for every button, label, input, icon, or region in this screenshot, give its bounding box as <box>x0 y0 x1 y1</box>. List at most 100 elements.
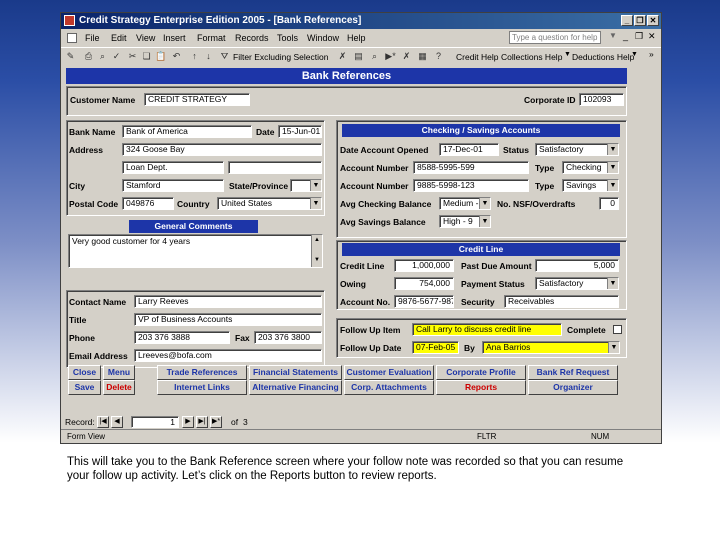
spelling-icon[interactable]: ✓ <box>111 51 122 62</box>
filter-excluding-button[interactable]: Filter Excluding Selection <box>233 52 328 62</box>
sort-descending-icon[interactable]: ↓ <box>203 51 214 62</box>
state-field[interactable]: ▼ <box>290 179 322 192</box>
design-view-icon[interactable]: ✎ <box>65 51 76 62</box>
vertical-scrollbar[interactable] <box>647 66 661 428</box>
contact-title-field[interactable]: VP of Business Accounts <box>134 313 322 326</box>
menu-edit[interactable]: Edit <box>111 33 127 43</box>
doc-restore-icon[interactable]: ❐ <box>635 31 643 42</box>
new-object-icon[interactable]: ▤ <box>353 51 364 62</box>
credit-help-button[interactable]: Credit Help <box>456 52 499 62</box>
doc-close-icon[interactable]: ✕ <box>648 31 656 42</box>
sort-ascending-icon[interactable]: ↑ <box>189 51 200 62</box>
menu-button[interactable]: Menu <box>103 365 135 380</box>
avg-checking-dropdown-icon[interactable]: ▼ <box>479 198 490 209</box>
deductions-help-button[interactable]: Deductions Help <box>572 52 634 62</box>
owing-field[interactable]: 754,000 <box>394 277 454 290</box>
general-comments-field[interactable]: Very good customer for 4 years ▲ ▼ <box>68 234 323 268</box>
type-2-dropdown-icon[interactable]: ▼ <box>607 180 618 191</box>
city-field[interactable]: Stamford <box>122 179 224 192</box>
toolbar-options-icon[interactable]: » <box>649 49 654 59</box>
avg-checking-field[interactable]: Medium - 7 ▼ <box>439 197 491 210</box>
restore-icon[interactable]: ❐ <box>634 15 646 26</box>
menu-tools[interactable]: Tools <box>277 33 298 43</box>
customer-name-field[interactable]: CREDIT STRATEGY <box>144 93 250 106</box>
menu-records[interactable]: Records <box>235 33 269 43</box>
database-window-icon[interactable]: ▦ <box>417 51 428 62</box>
avg-savings-dropdown-icon[interactable]: ▼ <box>479 216 490 227</box>
office-assistant-icon[interactable]: ? <box>433 51 444 62</box>
postal-code-field[interactable]: 049876 <box>122 197 174 210</box>
follow-up-item-field[interactable]: Call Larry to discuss credit line <box>412 323 562 336</box>
delete-record-icon[interactable]: ✗ <box>337 51 348 62</box>
financial-statements-button[interactable]: Financial Statements <box>249 365 342 380</box>
type-dropdown-icon[interactable]: ▼ <box>607 162 618 173</box>
address-line1-field[interactable]: 324 Goose Bay <box>122 143 322 156</box>
security-field[interactable]: Receivables <box>504 295 619 308</box>
status-dropdown-icon[interactable]: ▼ <box>607 144 618 155</box>
help-search-input[interactable]: Type a question for help <box>509 31 601 44</box>
reports-button[interactable]: Reports <box>436 380 526 395</box>
customer-evaluation-button[interactable]: Customer Evaluation <box>344 365 434 380</box>
status-field[interactable]: Satisfactory ▼ <box>535 143 619 156</box>
print-icon[interactable]: ⎙ <box>83 51 94 62</box>
type-2-field[interactable]: Savings ▼ <box>562 179 619 192</box>
address-line2-field[interactable]: Loan Dept. <box>122 161 224 174</box>
menu-insert[interactable]: Insert <box>163 33 186 43</box>
next-record-icon[interactable]: ▶ <box>182 416 194 428</box>
close-icon[interactable]: ✕ <box>647 15 659 26</box>
state-dropdown-icon[interactable]: ▼ <box>310 180 321 191</box>
menu-help[interactable]: Help <box>347 33 366 43</box>
menu-format[interactable]: Format <box>197 33 226 43</box>
delete-icon[interactable]: ✗ <box>401 51 412 62</box>
previous-record-icon[interactable]: ◀ <box>111 416 123 428</box>
current-record-field[interactable]: 1 <box>131 416 179 428</box>
paste-icon[interactable]: 📋 <box>155 51 166 62</box>
corp-attachments-button[interactable]: Corp. Attachments <box>344 380 434 395</box>
type-field[interactable]: Checking ▼ <box>562 161 619 174</box>
contact-name-field[interactable]: Larry Reeves <box>134 295 322 308</box>
address-line3-field[interactable] <box>228 161 322 174</box>
nsf-field[interactable]: 0 <box>599 197 619 210</box>
menu-window[interactable]: Window <box>307 33 339 43</box>
menu-view[interactable]: View <box>136 33 155 43</box>
follow-up-date-field[interactable]: 07-Feb-05 <box>412 341 459 354</box>
avg-savings-field[interactable]: High - 9 ▼ <box>439 215 491 228</box>
alternative-financing-button[interactable]: Alternative Financing <box>249 380 342 395</box>
last-record-icon[interactable]: ▶| <box>196 416 208 428</box>
payment-status-dropdown-icon[interactable]: ▼ <box>607 278 618 289</box>
delete-button[interactable]: Delete <box>103 380 135 395</box>
by-field[interactable]: Ana Barrios ▼ <box>482 341 620 354</box>
email-field[interactable]: Lreeves@bofa.com <box>134 349 322 362</box>
complete-checkbox[interactable] <box>613 325 622 334</box>
filter-by-selection-icon[interactable]: ⛛ <box>219 51 230 62</box>
by-dropdown-icon[interactable]: ▼ <box>608 342 619 353</box>
bank-name-field[interactable]: Bank of America <box>122 125 252 138</box>
credit-account-field[interactable]: 9876-5677-987 <box>394 295 454 308</box>
menu-file[interactable]: File <box>85 33 100 43</box>
print-preview-icon[interactable]: ⌕ <box>97 51 108 62</box>
new-record-icon[interactable]: ▶* <box>385 51 396 62</box>
payment-status-field[interactable]: Satisfactory ▼ <box>535 277 619 290</box>
undo-icon[interactable]: ↶ <box>171 51 182 62</box>
past-due-field[interactable]: 5,000 <box>535 259 619 272</box>
country-dropdown-icon[interactable]: ▼ <box>310 198 321 209</box>
country-field[interactable]: United States ▼ <box>217 197 322 210</box>
account-number-2-field[interactable]: 9885-5998-123 <box>413 179 529 192</box>
corporate-profile-button[interactable]: Corporate Profile <box>436 365 526 380</box>
date-field[interactable]: 15-Jun-01 <box>278 125 322 138</box>
help-dropdown-icon[interactable]: ▼ <box>609 31 617 40</box>
close-button[interactable]: Close <box>68 365 101 380</box>
phone-field[interactable]: 203 376 3888 <box>134 331 230 344</box>
first-record-icon[interactable]: |◀ <box>97 416 109 428</box>
internet-links-button[interactable]: Internet Links <box>157 380 247 395</box>
organizer-button[interactable]: Organizer <box>528 380 618 395</box>
doc-minimize-icon[interactable]: _ <box>623 31 628 41</box>
minimize-icon[interactable]: _ <box>621 15 633 26</box>
collections-dropdown-icon[interactable]: ▼ <box>564 51 571 58</box>
deductions-dropdown-icon[interactable]: ▼ <box>631 51 638 58</box>
document-icon[interactable] <box>67 33 77 43</box>
save-button[interactable]: Save <box>68 380 101 395</box>
comments-scrollbar[interactable]: ▲ ▼ <box>311 235 322 267</box>
date-opened-field[interactable]: 17-Dec-01 <box>439 143 499 156</box>
bank-ref-request-button[interactable]: Bank Ref Request <box>528 365 618 380</box>
